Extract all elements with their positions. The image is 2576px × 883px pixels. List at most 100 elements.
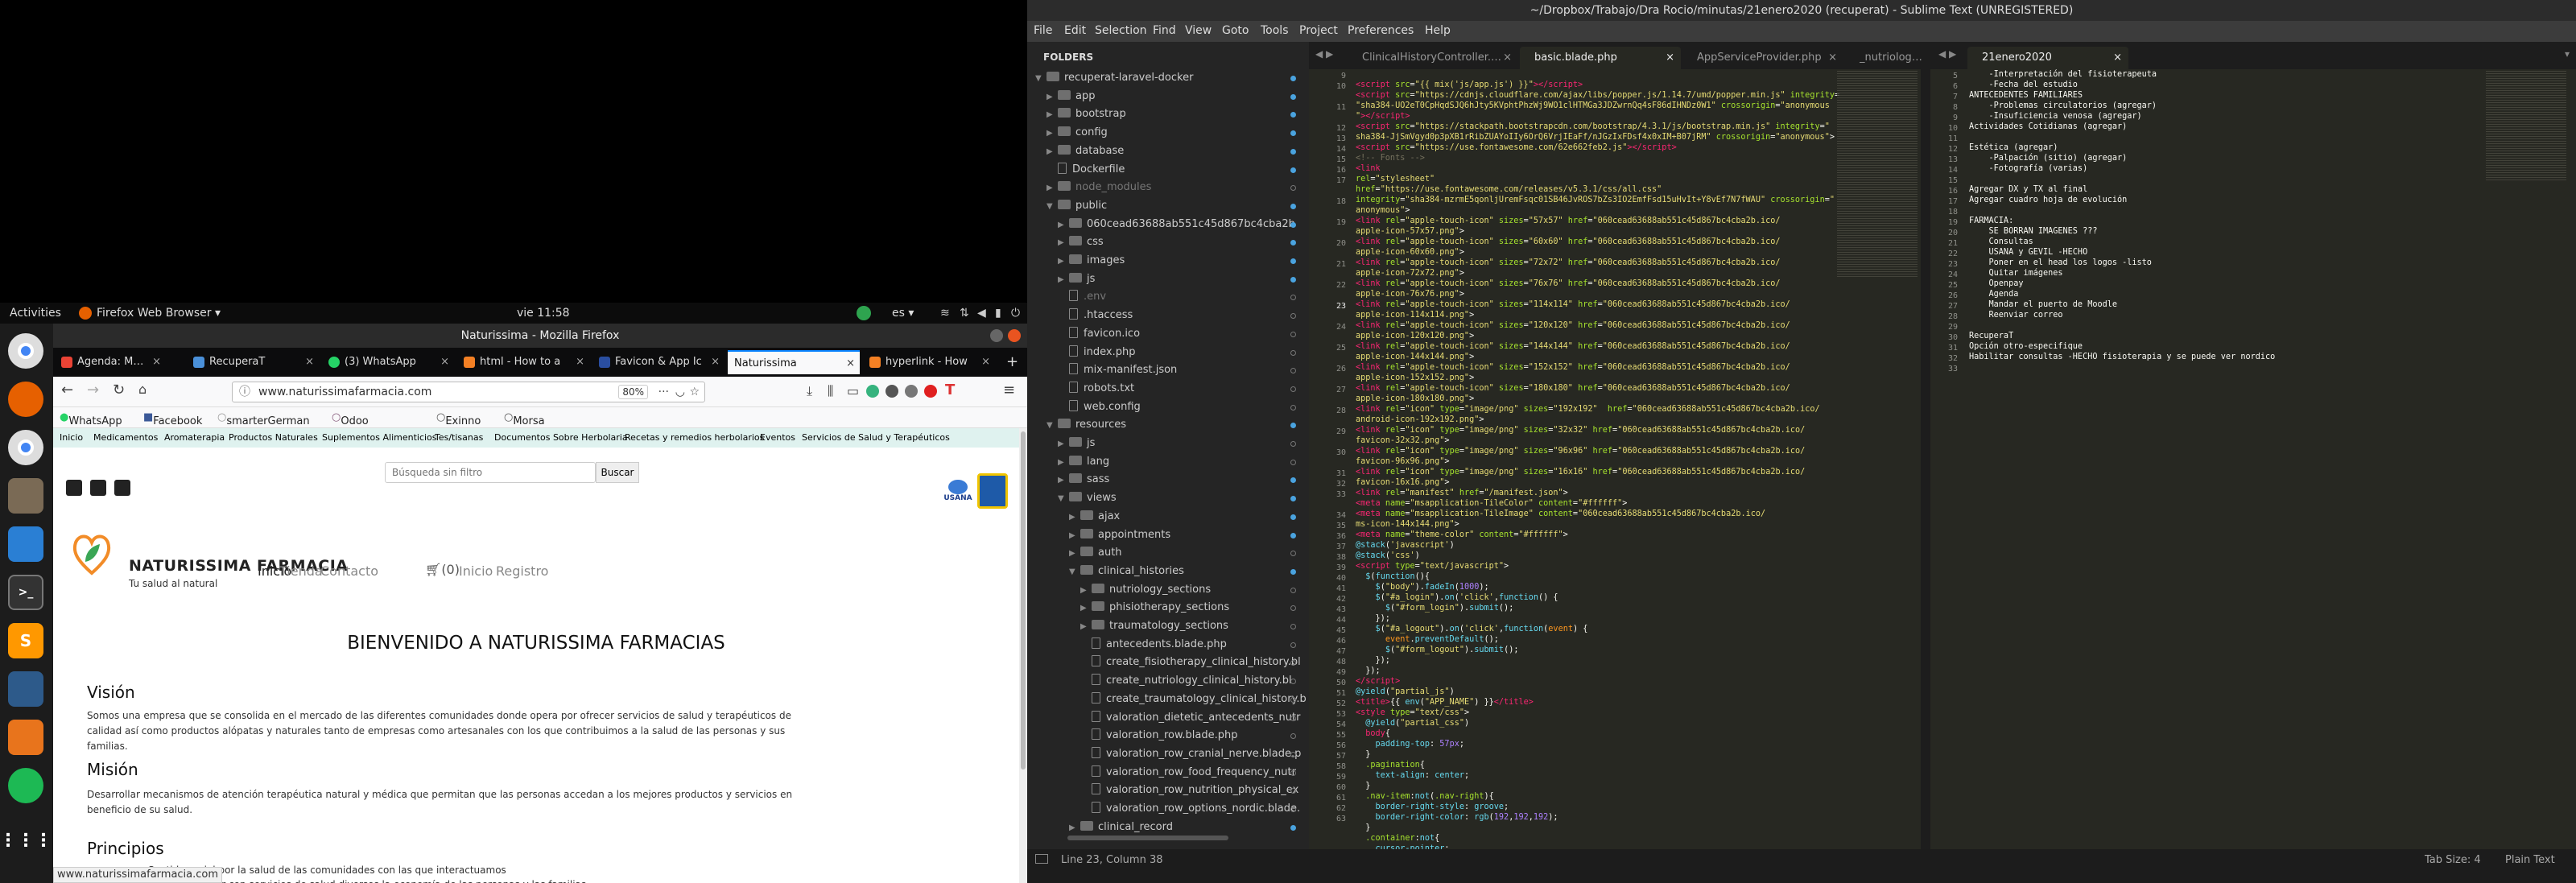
twitter-icon[interactable] [66,480,82,496]
wifi-icon[interactable]: ≋ [940,307,950,320]
folder-item[interactable]: ▶ traumatology_sections [1080,617,1301,635]
sublime-text-icon[interactable]: S [8,623,43,658]
folder-item[interactable]: ▶ phisiotherapy_sections [1080,599,1301,617]
pane-divider[interactable] [1921,69,1930,849]
tab-favicon[interactable]: Favicon & App Ic × [592,350,724,374]
nav-registro[interactable]: Registro [496,563,548,579]
forward-icon[interactable]: → [87,382,99,398]
folder-item[interactable]: ▼ clinical_histories [1069,563,1301,580]
scrollbar[interactable] [1019,428,1027,883]
menu-project[interactable]: Project [1299,24,1338,37]
folder-item[interactable]: ▶ node_modules [1046,179,1301,196]
menu-help[interactable]: Help [1425,24,1451,37]
bookmark-facebook[interactable]: ■ Facebook [143,411,202,427]
folder-item[interactable]: ▶ lang [1058,453,1301,471]
menu-goto[interactable]: Goto [1222,24,1249,37]
chevron-right-icon[interactable]: ▶ [1058,271,1069,289]
clock[interactable]: vie 11:58 [517,307,570,320]
folder-item[interactable]: ▶ nutriology_sections [1080,581,1301,599]
folder-item[interactable]: ▶ ajax [1069,508,1301,526]
menu-medicamentos[interactable]: Medicamentos [93,432,158,443]
folder-item[interactable]: ▶ config [1046,124,1301,142]
close-icon[interactable]: × [1666,47,1674,69]
menu-view[interactable]: View [1185,24,1212,37]
syntax-selector[interactable]: Plain Text [2505,854,2555,866]
cart-link[interactable]: 🛒︎(0) [425,562,460,577]
spotify-icon[interactable] [8,768,43,803]
close-icon[interactable]: × [152,350,161,374]
tab-html-how[interactable]: html - How to a × [457,350,589,374]
terminal-icon[interactable]: >_ [8,575,43,610]
app-menu[interactable]: Firefox Web Browser ▾ [97,307,221,320]
chevron-down-icon[interactable]: ▼ [1069,563,1080,581]
file-item[interactable]: valoration_row_cranial_nerve.blade.p [1080,745,1301,763]
youtube-icon[interactable] [114,480,130,496]
file-item[interactable]: index.php [1058,344,1301,361]
firefox-icon[interactable] [8,382,43,417]
tab-recuperat[interactable]: RecuperaT × [187,350,319,374]
folder-item[interactable]: ▼ recuperat-laravel-docker [1035,69,1301,87]
code-area[interactable]: <script src="{{ mix('js/app.js') }}"></s… [1356,69,1839,854]
home-icon[interactable]: ⌂ [138,382,147,397]
tab-whatsapp[interactable]: (3) WhatsApp × [322,350,454,374]
folder-item[interactable]: ▶ js [1058,270,1301,288]
files-icon[interactable] [8,478,43,514]
file-item[interactable]: valoration_row_nutrition_physical_ex [1080,782,1301,799]
chevron-down-icon[interactable]: ▼ [1046,417,1058,435]
chevron-right-icon[interactable]: ▶ [1069,527,1080,545]
tab-nutriology[interactable]: _nutriology_cli [1845,47,1926,69]
menu-inicio[interactable]: Inicio [60,432,83,443]
file-item[interactable]: .htaccess [1058,307,1301,324]
power-icon[interactable]: ⏻ [1011,307,1020,320]
nav-contacto[interactable]: Contacto [320,563,378,579]
tab-nav-arrows[interactable]: ◀ ▶ [1315,48,1333,60]
chevron-right-icon[interactable]: ▶ [1046,143,1058,161]
menu-aromaterapia[interactable]: Aromaterapia [164,432,225,443]
download-icon[interactable]: ⤓ [807,383,812,399]
activities-button[interactable]: Activities [10,307,61,320]
bookmark-morsa[interactable]: ○ Morsa [504,411,545,427]
minimize-button[interactable] [990,329,1003,342]
chevron-right-icon[interactable]: ▶ [1069,545,1080,563]
tab-21enero2020[interactable]: 21enero2020 × [1967,47,2128,69]
account-icon[interactable] [905,385,918,398]
chevron-down-icon[interactable]: ▼ [1058,490,1069,508]
chevron-right-icon[interactable]: ▶ [1058,454,1069,472]
folder-item[interactable]: ▼ views [1058,489,1301,507]
info-icon[interactable]: ⓘ [239,382,250,402]
close-window-button[interactable] [1008,329,1021,342]
menu-edit[interactable]: Edit [1064,24,1086,37]
close-icon[interactable]: × [1503,47,1512,69]
scrollbar-thumb[interactable] [1021,431,1026,770]
chevron-right-icon[interactable]: ▶ [1046,106,1058,124]
minimap[interactable] [1837,69,1918,279]
file-item[interactable]: create_nutriology_clinical_history.bl [1080,672,1301,690]
tab-naturissima[interactable]: Naturissima × [728,350,860,374]
extension-icon-2[interactable] [886,385,898,398]
menu-tools[interactable]: Tools [1261,24,1289,37]
chevron-down-icon[interactable]: ▼ [1046,198,1058,216]
folder-item[interactable]: ▶ css [1058,233,1301,251]
menu-tes[interactable]: Tes/tisanas [435,432,483,443]
file-item[interactable]: mix-manifest.json [1058,361,1301,379]
reload-icon[interactable]: ↻ [113,382,125,398]
library-icon[interactable]: ⫼ [828,383,833,399]
tab-basic-blade[interactable]: basic.blade.php × [1520,47,1681,69]
bookmark-star-icon[interactable]: ☆ [689,382,700,402]
chrome-icon[interactable] [8,333,43,369]
chevron-right-icon[interactable]: ▶ [1080,600,1092,617]
chevron-right-icon[interactable]: ▶ [1069,509,1080,526]
folder-item[interactable]: ▶ js [1058,435,1301,452]
chevron-right-icon[interactable]: ▶ [1046,179,1058,197]
close-icon[interactable]: × [711,350,720,374]
extension-icon[interactable] [866,385,879,398]
folder-item[interactable]: ▶ app [1046,88,1301,105]
file-item[interactable]: antecedents.blade.php [1080,636,1301,654]
bookmark-smartergerman[interactable]: ○ smarterGerman [217,411,310,427]
menu-suplementos[interactable]: Suplementos Alimenticios [322,432,437,443]
menu-servicios[interactable]: Servicios de Salud y Terapéuticos [802,432,950,443]
menu-preferences[interactable]: Preferences [1348,24,1414,37]
folder-item[interactable]: ▶ clinical_record [1069,819,1301,836]
close-icon[interactable]: × [2113,47,2122,69]
menu-recetas[interactable]: Recetas y remedios herbolarios [625,432,764,443]
